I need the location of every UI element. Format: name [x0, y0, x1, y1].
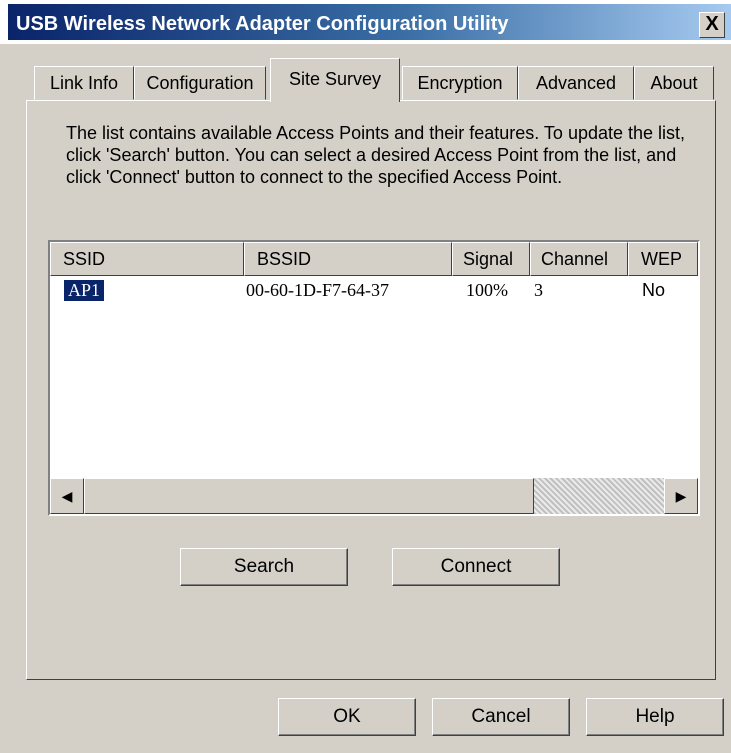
tab-label: Link Info: [49, 73, 119, 93]
connect-button[interactable]: Connect: [392, 548, 560, 586]
column-header-label: BSSID: [257, 249, 312, 269]
horizontal-scrollbar[interactable]: ◀ ▶: [50, 478, 698, 514]
tab-advanced[interactable]: Advanced: [518, 66, 634, 100]
scroll-left-button[interactable]: ◀: [50, 478, 84, 514]
access-point-list[interactable]: SSID BSSID Signal Channel WEP AP1 00-60-…: [48, 240, 700, 516]
tab-label: About: [650, 73, 698, 93]
cell-wep: No: [642, 280, 666, 300]
cell-ssid[interactable]: AP1: [62, 279, 106, 302]
title-bar: USB Wireless Network Adapter Configurati…: [0, 0, 731, 44]
site-survey-description: The list contains available Access Point…: [66, 123, 686, 187]
column-header-signal[interactable]: Signal: [452, 242, 530, 276]
cell-channel: 3: [534, 280, 543, 300]
button-label: Help: [635, 706, 675, 727]
cell-signal: 100%: [466, 280, 508, 300]
tab-configuration[interactable]: Configuration: [134, 66, 266, 100]
column-header-ssid[interactable]: SSID: [50, 242, 244, 276]
search-button[interactable]: Search: [180, 548, 348, 586]
column-header-label: Channel: [541, 249, 609, 269]
scroll-thumb[interactable]: [84, 478, 534, 514]
tab-about[interactable]: About: [634, 66, 714, 100]
window-title: USB Wireless Network Adapter Configurati…: [16, 13, 509, 35]
column-header-label: SSID: [63, 249, 106, 269]
column-header-channel[interactable]: Channel: [530, 242, 628, 276]
scroll-track[interactable]: [534, 478, 664, 514]
cell-bssid: 00-60-1D-F7-64-37: [246, 280, 389, 300]
tab-link-info[interactable]: Link Info: [34, 66, 134, 100]
button-label: Connect: [440, 556, 512, 577]
tab-label: Configuration: [146, 73, 254, 93]
arrow-left-icon: ◀: [61, 488, 73, 504]
tab-encryption[interactable]: Encryption: [402, 66, 518, 100]
help-button[interactable]: Help: [586, 698, 724, 736]
button-label: Cancel: [471, 706, 531, 727]
close-button[interactable]: X: [699, 12, 725, 38]
title-bar-fill[interactable]: USB Wireless Network Adapter Configurati…: [8, 4, 731, 40]
tab-label: Site Survey: [288, 69, 382, 89]
tab-label: Advanced: [535, 73, 617, 93]
tab-label: Encryption: [417, 73, 503, 93]
cancel-button[interactable]: Cancel: [432, 698, 570, 736]
arrow-right-icon: ▶: [675, 488, 687, 504]
column-header-wep[interactable]: WEP: [628, 242, 698, 276]
button-label: OK: [333, 706, 361, 727]
ok-button[interactable]: OK: [278, 698, 416, 736]
column-header-bssid[interactable]: BSSID: [244, 242, 452, 276]
column-header-label: Signal: [463, 249, 514, 269]
close-icon: X: [705, 13, 719, 35]
column-header-label: WEP: [641, 249, 683, 269]
scroll-right-button[interactable]: ▶: [664, 478, 698, 514]
button-label: Search: [233, 556, 295, 577]
tab-site-survey[interactable]: Site Survey: [270, 58, 400, 102]
